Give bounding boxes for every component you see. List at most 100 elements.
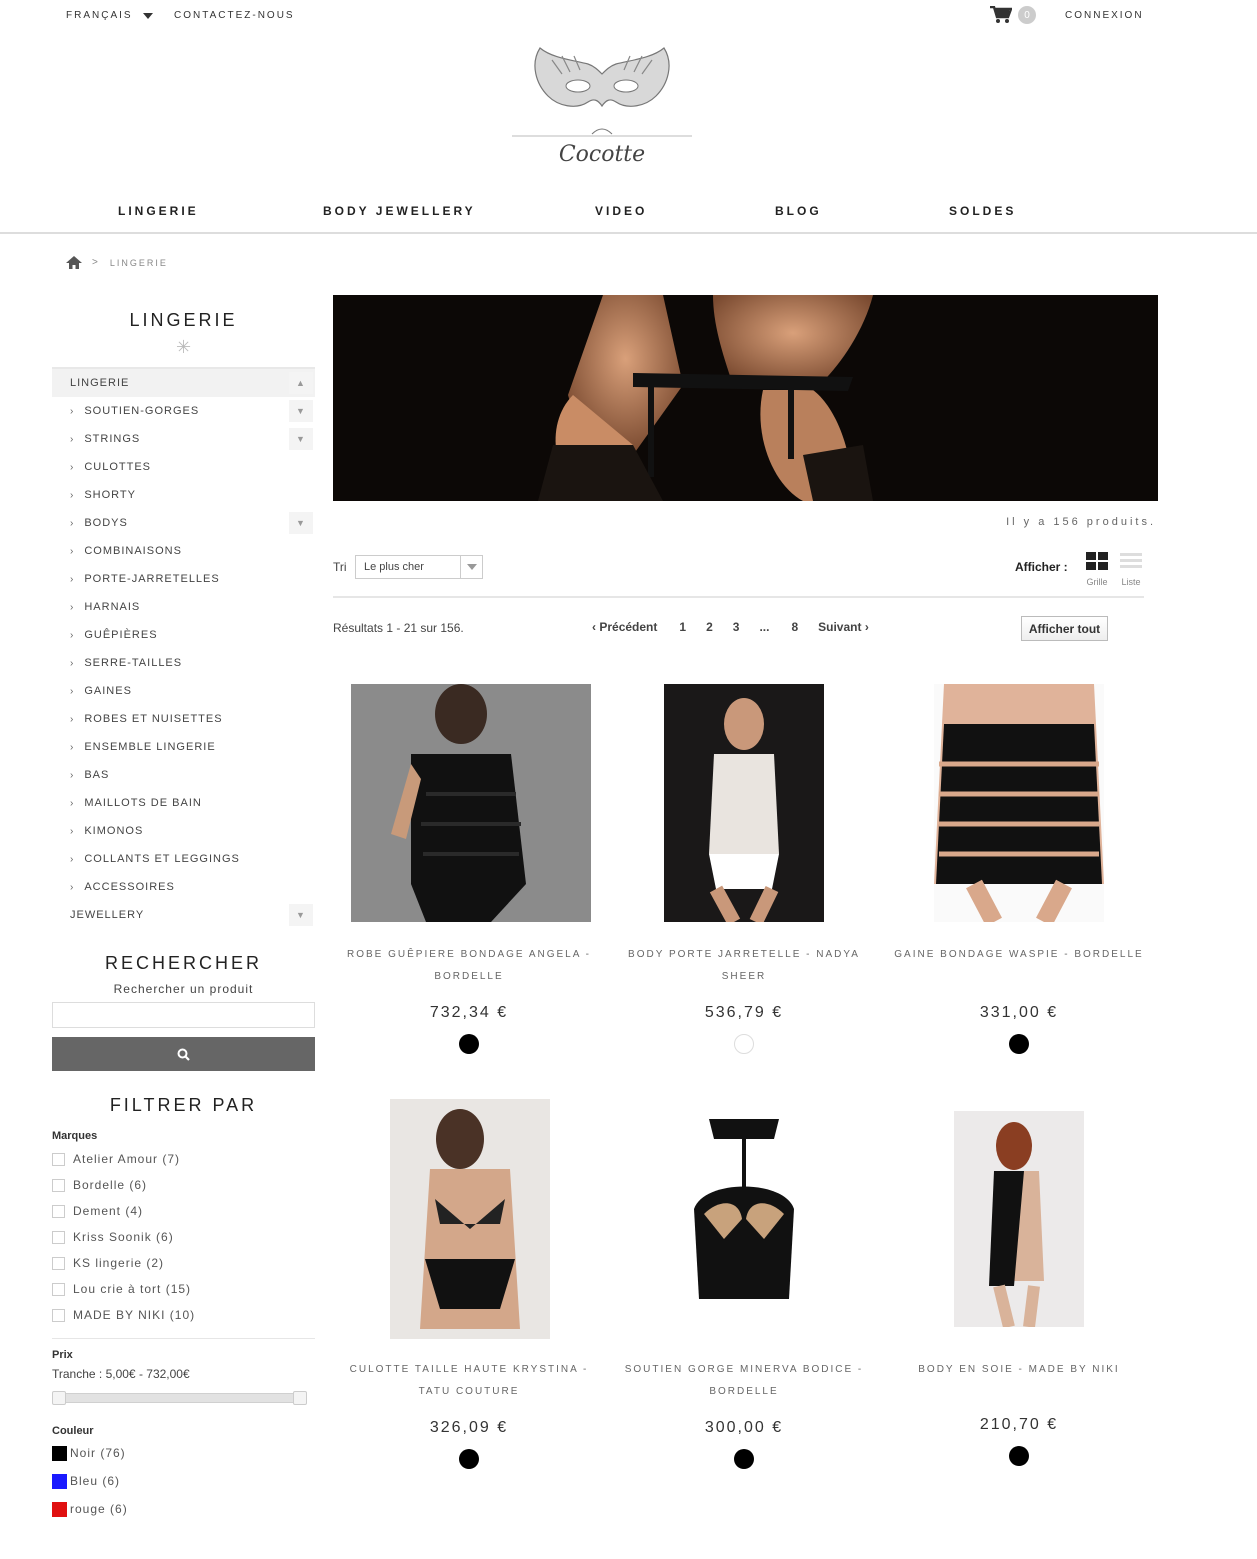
color-filter-item[interactable]: Bleu (6) xyxy=(52,1467,315,1495)
subcategory-item[interactable]: › ENSEMBLE LINGERIE xyxy=(52,733,315,761)
chevron-down-icon xyxy=(460,556,482,578)
price-slider-max-handle[interactable] xyxy=(293,1391,307,1405)
product-image[interactable] xyxy=(390,1099,550,1339)
brand-filter-item[interactable]: Atelier Amour (7) xyxy=(52,1146,315,1172)
search-button[interactable] xyxy=(52,1037,315,1071)
subcategory-item[interactable]: › COLLANTS ET LEGGINGS xyxy=(52,845,315,873)
checkbox[interactable] xyxy=(52,1308,65,1322)
subcategory-item[interactable]: › SHORTY xyxy=(52,481,315,509)
price-slider[interactable] xyxy=(52,1391,307,1405)
product-name[interactable]: BODY PORTE JARRETELLE - NADYA SHEER xyxy=(609,944,879,988)
login-link[interactable]: CONNEXION xyxy=(1065,10,1144,21)
page-link[interactable]: 3 xyxy=(733,620,740,634)
subcategory-item[interactable]: › GAINES xyxy=(52,677,315,705)
subcategory-item[interactable]: › ROBES ET NUISETTES xyxy=(52,705,315,733)
price-slider-min-handle[interactable] xyxy=(52,1391,66,1405)
nav-video[interactable]: VIDEO xyxy=(595,204,647,218)
language-selector[interactable]: FRANÇAIS xyxy=(66,10,153,21)
chevron-up-icon[interactable]: ▲ xyxy=(289,372,313,394)
page-link[interactable]: 2 xyxy=(706,620,713,634)
checkbox[interactable] xyxy=(52,1178,65,1192)
color-swatch[interactable] xyxy=(52,1501,67,1517)
color-filter-item[interactable]: rouge (6) xyxy=(52,1495,315,1523)
color-swatch[interactable] xyxy=(52,1473,67,1489)
view-list-button[interactable]: Liste xyxy=(1118,552,1144,587)
brand-filter-label: Kriss Soonik (6) xyxy=(73,1230,174,1244)
product-name[interactable]: GAINE BONDAGE WASPIE - BORDELLE xyxy=(884,944,1154,966)
brand-filter-item[interactable]: KS lingerie (2) xyxy=(52,1250,315,1276)
chevron-down-icon[interactable]: ▼ xyxy=(289,400,313,422)
checkbox[interactable] xyxy=(52,1152,65,1166)
subcategory-item[interactable]: › KIMONOS xyxy=(52,817,315,845)
search-icon xyxy=(177,1048,190,1061)
product-name[interactable]: CULOTTE TAILLE HAUTE KRYSTINA - TATU COU… xyxy=(334,1359,604,1403)
color-filter-item[interactable]: Noir (76) xyxy=(52,1439,315,1467)
product-image[interactable] xyxy=(664,1099,824,1339)
brand-filter-item[interactable]: Lou crie à tort (15) xyxy=(52,1276,315,1302)
site-logo[interactable]: Cocotte xyxy=(512,44,692,174)
subcategory-label: COMBINAISONS xyxy=(84,545,182,557)
chevron-down-icon[interactable]: ▼ xyxy=(289,904,313,926)
subcategory-item[interactable]: › STRINGS ▼ xyxy=(52,425,315,453)
category-lingerie[interactable]: LINGERIE ▲ xyxy=(52,369,315,397)
color-swatch[interactable] xyxy=(459,1034,479,1054)
filter-title: FILTRER PAR xyxy=(109,1095,258,1115)
subcategory-item[interactable]: › PORTE-JARRETELLES xyxy=(52,565,315,593)
product-name[interactable]: BODY EN SOIE - MADE BY NIKI xyxy=(884,1359,1154,1381)
product-image[interactable] xyxy=(351,684,591,922)
checkbox[interactable] xyxy=(52,1230,65,1244)
color-swatch[interactable] xyxy=(1009,1446,1029,1466)
subcategory-item[interactable]: › BODYS ▼ xyxy=(52,509,315,537)
checkbox[interactable] xyxy=(52,1256,65,1270)
subcategory-item[interactable]: › COMBINAISONS xyxy=(52,537,315,565)
chevron-down-icon[interactable]: ▼ xyxy=(289,512,313,534)
color-swatch[interactable] xyxy=(459,1449,479,1469)
search-input[interactable] xyxy=(52,1002,315,1028)
color-label: Couleur xyxy=(52,1425,94,1437)
color-swatch[interactable] xyxy=(52,1445,67,1461)
sidebar: LINGERIE ✳ LINGERIE ▲ › SOUTIEN-GORGES ▼ › S… xyxy=(52,296,315,1523)
previous-page-link[interactable]: ‹ Précédent xyxy=(592,620,657,634)
product-image[interactable] xyxy=(934,684,1104,922)
checkbox[interactable] xyxy=(52,1282,65,1296)
view-grid-button[interactable]: Grille xyxy=(1084,552,1110,587)
chevron-down-icon[interactable]: ▼ xyxy=(289,428,313,450)
brand-filter-item[interactable]: Kriss Soonik (6) xyxy=(52,1224,315,1250)
product-image[interactable] xyxy=(954,1111,1084,1327)
grid-icon xyxy=(1086,552,1108,570)
subcategory-item[interactable]: › ACCESSOIRES xyxy=(52,873,315,901)
brand-filter-item[interactable]: Dement (4) xyxy=(52,1198,315,1224)
category-jewellery[interactable]: JEWELLERY ▼ xyxy=(52,901,315,929)
home-icon[interactable] xyxy=(66,256,82,269)
sort-select[interactable]: Le plus cher xyxy=(355,555,483,579)
subcategory-label: KIMONOS xyxy=(84,825,144,837)
color-swatch[interactable] xyxy=(734,1034,754,1054)
subcategory-item[interactable]: › MAILLOTS DE BAIN xyxy=(52,789,315,817)
nav-lingerie[interactable]: LINGERIE xyxy=(118,204,199,218)
nav-blog[interactable]: BLOG xyxy=(775,204,822,218)
subcategory-item[interactable]: › BAS xyxy=(52,761,315,789)
color-filter-label: Noir (76) xyxy=(70,1446,126,1460)
product-name[interactable]: SOUTIEN GORGE MINERVA BODICE - BORDELLE xyxy=(609,1359,879,1403)
product-name[interactable]: ROBE GUÊPIERE BONDAGE ANGELA - BORDELLE xyxy=(334,944,604,988)
next-page-link[interactable]: Suivant › xyxy=(818,620,869,634)
nav-soldes[interactable]: SOLDES xyxy=(949,204,1016,218)
subcategory-item[interactable]: › SOUTIEN-GORGES ▼ xyxy=(52,397,315,425)
color-swatch[interactable] xyxy=(1009,1034,1029,1054)
cart-button[interactable]: 0 xyxy=(990,6,1036,24)
page-link[interactable]: 8 xyxy=(791,620,798,634)
subcategory-item[interactable]: › GUÊPIÈRES xyxy=(52,621,315,649)
contact-link[interactable]: CONTACTEZ-NOUS xyxy=(174,10,295,21)
show-all-button[interactable]: Afficher tout xyxy=(1021,616,1108,641)
checkbox[interactable] xyxy=(52,1204,65,1218)
page-link[interactable]: 1 xyxy=(679,620,686,634)
subcategory-item[interactable]: › CULOTTES xyxy=(52,453,315,481)
brand-filter-item[interactable]: Bordelle (6) xyxy=(52,1172,315,1198)
nav-body-jewellery[interactable]: BODY JEWELLERY xyxy=(323,204,476,218)
subcategory-item[interactable]: › HARNAIS xyxy=(52,593,315,621)
color-swatch[interactable] xyxy=(734,1449,754,1469)
product-image[interactable] xyxy=(664,684,824,922)
category-list: LINGERIE ▲ › SOUTIEN-GORGES ▼ › STRINGS ▼ › CUL… xyxy=(52,367,315,929)
subcategory-item[interactable]: › SERRE-TAILLES xyxy=(52,649,315,677)
brand-filter-item[interactable]: MADE BY NIKI (10) xyxy=(52,1302,315,1328)
